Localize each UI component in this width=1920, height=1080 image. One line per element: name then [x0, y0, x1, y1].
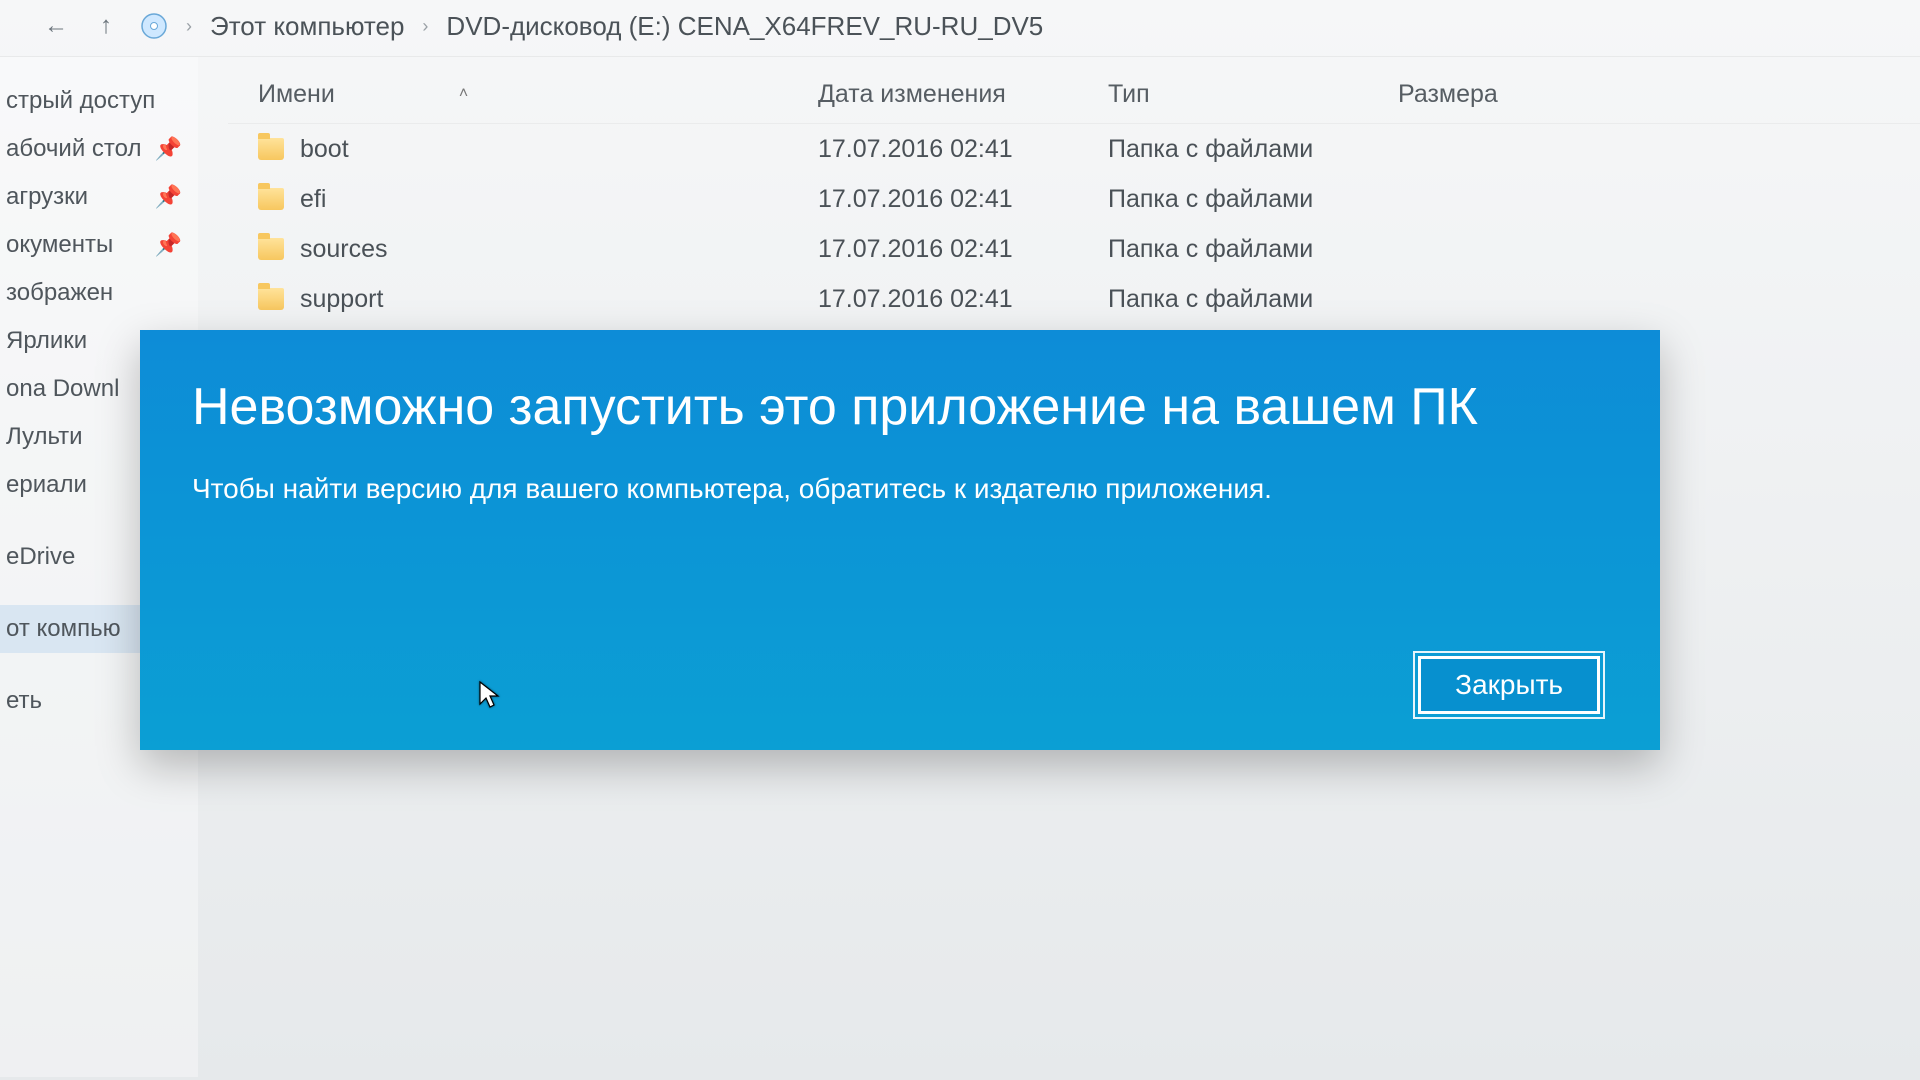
pin-icon: 📌 [155, 184, 182, 210]
sidebar-item-quick-access[interactable]: стрый доступ [0, 77, 198, 125]
close-button[interactable]: Закрыть [1418, 656, 1600, 714]
table-row[interactable]: boot 17.07.2016 02:41 Папка с файлами [228, 124, 1920, 174]
file-type: Папка с файлами [1108, 285, 1313, 313]
file-name: support [300, 285, 383, 314]
breadcrumb-this-pc[interactable]: Этот компьютер [210, 11, 404, 42]
folder-icon [258, 138, 284, 160]
sort-ascending-icon: ˄ [459, 85, 468, 103]
column-header-date[interactable]: Дата изменения [818, 80, 1108, 109]
sidebar-item-images[interactable]: зображен [0, 269, 198, 317]
column-header-size[interactable]: Размера [1398, 80, 1920, 109]
file-type: Папка с файлами [1108, 185, 1313, 213]
file-name: sources [300, 235, 388, 264]
pin-icon: 📌 [155, 232, 182, 258]
file-date: 17.07.2016 02:41 [818, 235, 1013, 263]
back-button[interactable]: ← [40, 10, 72, 42]
breadcrumb-drive[interactable]: DVD-дисковод (E:) CENA_X64FREV_RU-RU_DV5 [446, 11, 1043, 42]
folder-icon [258, 238, 284, 260]
file-date: 17.07.2016 02:41 [818, 185, 1013, 213]
pin-icon: 📌 [155, 136, 182, 162]
sidebar-item-downloads[interactable]: агрузки 📌 [0, 173, 198, 221]
breadcrumb: ← ↑ › Этот компьютер › DVD-дисковод (E:)… [0, 0, 1920, 57]
table-row[interactable]: efi 17.07.2016 02:41 Папка с файлами [228, 174, 1920, 224]
dialog-message: Чтобы найти версию для вашего компьютера… [192, 470, 1392, 508]
dialog-title: Невозможно запустить это приложение на в… [192, 374, 1492, 442]
file-date: 17.07.2016 02:41 [818, 285, 1013, 313]
file-type: Папка с файлами [1108, 235, 1313, 263]
chevron-right-icon: › [186, 16, 192, 37]
column-headers: Имени ˄ Дата изменения Тип Размера [228, 65, 1920, 124]
sidebar-item-desktop[interactable]: абочий стол 📌 [0, 125, 198, 173]
up-button[interactable]: ↑ [90, 10, 122, 42]
disc-icon [140, 12, 168, 40]
table-row[interactable]: sources 17.07.2016 02:41 Папка с файлами [228, 224, 1920, 274]
file-date: 17.07.2016 02:41 [818, 135, 1013, 163]
file-name: efi [300, 185, 326, 214]
file-rows: boot 17.07.2016 02:41 Папка с файлами ef… [228, 124, 1920, 324]
sidebar-item-documents[interactable]: окументы 📌 [0, 221, 198, 269]
file-name: boot [300, 135, 349, 164]
file-type: Папка с файлами [1108, 135, 1313, 163]
folder-icon [258, 188, 284, 210]
table-row[interactable]: support 17.07.2016 02:41 Папка с файлами [228, 274, 1920, 324]
column-header-name[interactable]: Имени ˄ [228, 80, 818, 109]
column-header-type[interactable]: Тип [1108, 80, 1398, 109]
error-dialog: Невозможно запустить это приложение на в… [140, 330, 1660, 750]
folder-icon [258, 288, 284, 310]
chevron-right-icon: › [422, 16, 428, 37]
